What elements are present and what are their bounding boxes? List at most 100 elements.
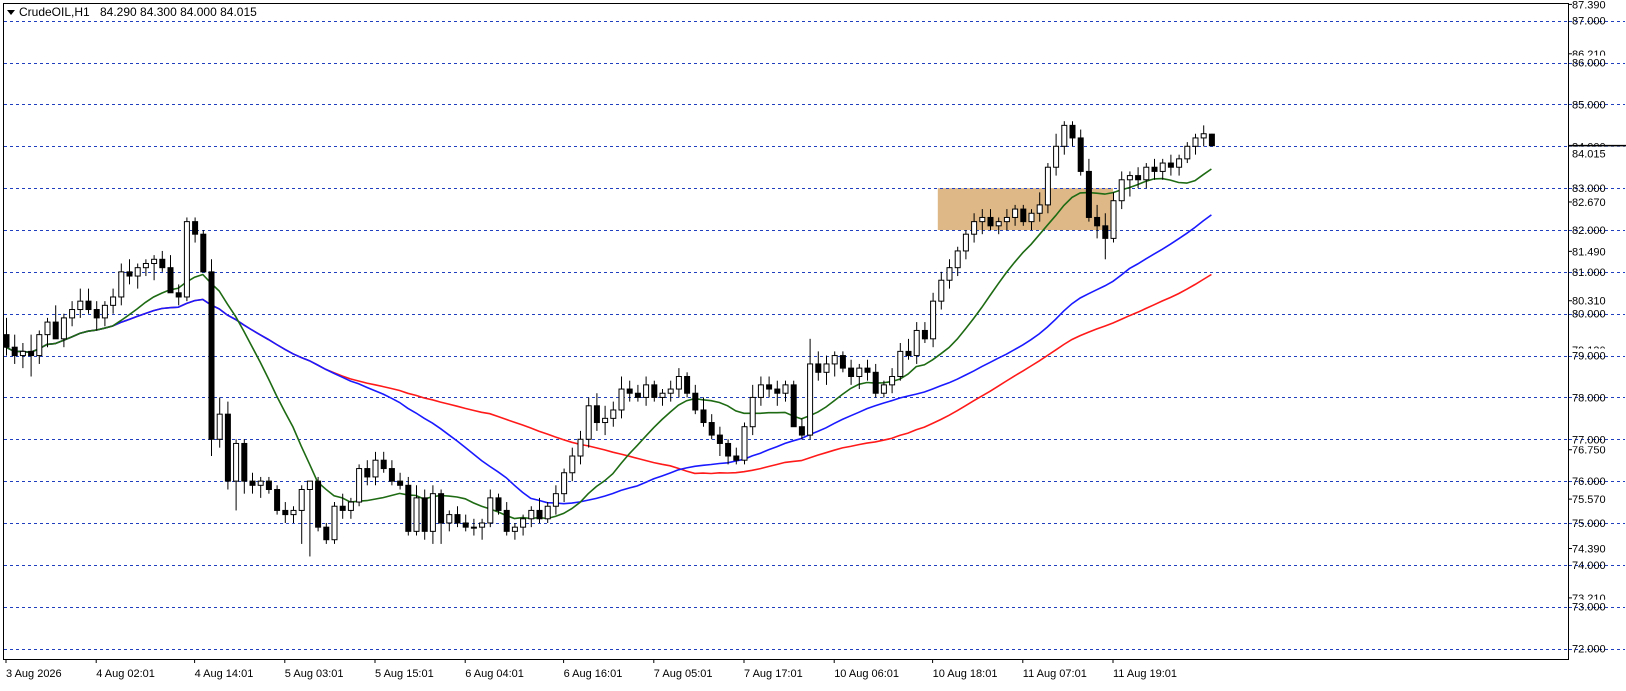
candle-body xyxy=(1044,166,1051,206)
candle-body xyxy=(757,384,764,398)
candle-body xyxy=(815,363,822,373)
candle-body xyxy=(667,388,674,394)
candle-body xyxy=(93,309,100,319)
candle-body xyxy=(44,321,51,336)
candle-body xyxy=(52,321,59,340)
candle xyxy=(1208,133,1215,147)
candle-body xyxy=(971,221,978,235)
candle-body xyxy=(1028,212,1035,223)
candle-body xyxy=(1208,133,1215,147)
candle-body xyxy=(1094,216,1101,227)
chart-window[interactable]: 87.39086.21082.67081.49080.31079.13076.7… xyxy=(0,0,1626,686)
candle-body xyxy=(1126,175,1133,181)
candle-body xyxy=(962,233,969,252)
candle-body xyxy=(265,480,272,490)
candle-body xyxy=(257,480,264,486)
candle-body xyxy=(503,509,510,532)
candle-body xyxy=(1020,208,1027,223)
candle-body xyxy=(470,526,477,529)
candle-body xyxy=(552,493,559,507)
candle-body xyxy=(85,300,92,311)
time-tick-label: 4 Aug 14:01 xyxy=(195,668,254,680)
candle-body xyxy=(782,384,789,394)
candle xyxy=(331,502,338,544)
candle-body xyxy=(290,509,297,516)
candle xyxy=(200,230,207,273)
time-tick-label: 11 Aug 07:01 xyxy=(1023,668,1087,680)
candle-body xyxy=(684,375,691,394)
time-tick-label: 7 Aug 17:01 xyxy=(744,668,803,680)
level-label: 81.000 xyxy=(1572,267,1606,279)
time-tick-label: 5 Aug 03:01 xyxy=(285,668,344,680)
level-label: 79.000 xyxy=(1572,351,1606,363)
candle-body xyxy=(11,346,18,357)
candle-body xyxy=(700,409,707,424)
candle xyxy=(224,401,231,490)
candle-body xyxy=(593,405,600,424)
time-tick-label: 7 Aug 05:01 xyxy=(654,668,713,680)
candle-body xyxy=(151,258,158,264)
candle-body xyxy=(823,363,830,373)
price-tick-label: 76.750 xyxy=(1572,445,1606,457)
candle-body xyxy=(766,384,773,390)
candle-body xyxy=(577,438,584,457)
candle-body xyxy=(536,509,543,520)
candle-body xyxy=(274,488,281,511)
candle-body xyxy=(1069,124,1076,139)
candle-body xyxy=(224,413,231,482)
level-label: 82.000 xyxy=(1572,225,1606,237)
candle-body xyxy=(946,267,953,281)
candle-body xyxy=(528,509,535,520)
candle-body xyxy=(1176,158,1183,168)
candle-body xyxy=(995,221,1002,227)
candle-body xyxy=(126,271,133,277)
candle-body xyxy=(388,468,395,482)
price-tick-label: 80.310 xyxy=(1572,296,1606,308)
candle-body xyxy=(315,480,322,528)
candle-body xyxy=(1110,200,1117,239)
level-label: 74.000 xyxy=(1572,560,1606,572)
candle-body xyxy=(1192,137,1199,147)
candle-body xyxy=(479,522,486,528)
time-tick-label: 10 Aug 18:01 xyxy=(933,668,998,680)
price-chart[interactable]: 87.39086.21082.67081.49080.31079.13076.7… xyxy=(0,0,1626,686)
candle-body xyxy=(675,375,682,390)
candle-body xyxy=(880,384,887,394)
candle-body xyxy=(446,514,453,524)
candle-body xyxy=(397,480,404,486)
candle-body xyxy=(749,396,756,428)
candle-body xyxy=(77,300,84,311)
time-tick-label: 4 Aug 02:01 xyxy=(96,668,155,680)
candle-body xyxy=(1053,145,1060,168)
candle xyxy=(356,464,363,507)
candle-body xyxy=(626,388,633,394)
candle-body xyxy=(848,367,855,377)
price-tick-label: 75.570 xyxy=(1572,494,1606,506)
candle-body xyxy=(708,422,715,436)
candle-body xyxy=(774,388,781,394)
candle-body xyxy=(323,526,330,541)
level-label: 83.000 xyxy=(1572,183,1606,195)
level-label: 80.000 xyxy=(1572,309,1606,321)
candle xyxy=(790,380,797,428)
candle-body xyxy=(1102,225,1109,239)
candle-body xyxy=(331,505,338,541)
candle-body xyxy=(454,514,461,524)
level-label: 77.000 xyxy=(1572,434,1606,446)
candle-body xyxy=(807,363,814,436)
candle-body xyxy=(839,355,846,369)
candle xyxy=(684,372,691,398)
candle-body xyxy=(1184,145,1191,160)
candle-body xyxy=(930,300,937,340)
price-tick-label: 82.670 xyxy=(1572,197,1606,209)
candle-body xyxy=(69,309,76,319)
candle-body xyxy=(19,350,26,357)
candle-body xyxy=(1135,175,1142,181)
level-label: 86.000 xyxy=(1572,58,1606,70)
candle-body xyxy=(1200,133,1207,139)
candle-body xyxy=(101,304,108,319)
candle-body xyxy=(741,426,748,461)
candle-body xyxy=(110,296,117,306)
candle-body xyxy=(462,522,469,528)
candle-body xyxy=(987,216,994,227)
